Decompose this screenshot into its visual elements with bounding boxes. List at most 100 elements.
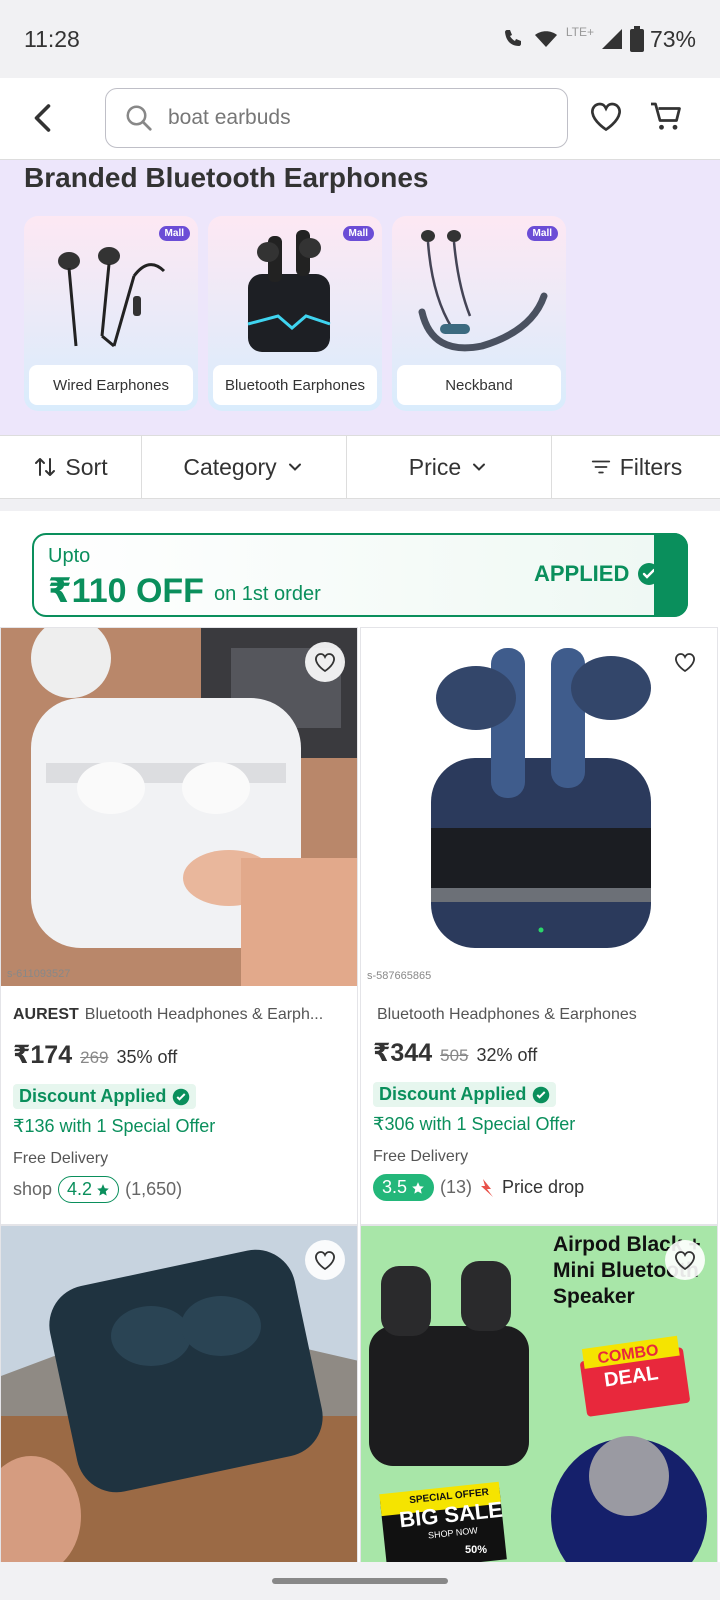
price-row: ₹344 505 32% off [373, 1038, 537, 1068]
wishlist-heart-icon[interactable] [665, 1240, 705, 1280]
battery-icon [629, 26, 644, 52]
product-card[interactable]: Airpod Black + Mini Bluetooth Speaker CO… [360, 1225, 718, 1565]
mall-badge: Mall [526, 226, 558, 241]
divider [0, 499, 720, 511]
rating-badge: 4.2 [58, 1176, 120, 1203]
review-count: (1,650) [125, 1179, 183, 1199]
product-card[interactable]: s-587665865 Bluetooth Headphones & Earph… [360, 627, 718, 1225]
chevron-down-icon [288, 463, 301, 471]
first-order-offer-banner[interactable]: Upto ₹110 OFF on 1st order APPLIED [32, 533, 688, 617]
product-image [1, 1226, 357, 1564]
call-icon [504, 30, 521, 46]
product-title: Bluetooth Headphones & Earph... [84, 1006, 324, 1023]
offer-suffix: on 1st order [214, 583, 321, 605]
rating-value: 3.5 [382, 1177, 408, 1197]
product-image [1, 628, 357, 986]
product-title: Bluetooth Headphones & Earphones [377, 1006, 637, 1023]
category-label: Neckband [397, 365, 561, 405]
wishlist-heart-icon[interactable] [588, 98, 624, 134]
section-title: Branded Bluetooth Earphones [24, 162, 429, 193]
wishlist-heart-icon[interactable] [305, 642, 345, 682]
coupon-stub [654, 533, 688, 617]
delivery-text: Free Delivery [373, 1148, 469, 1165]
caption-line: Speaker [553, 1285, 635, 1308]
discount-percent: 35% off [116, 1047, 178, 1067]
delivery-text: Free Delivery [13, 1150, 109, 1167]
status-icons: LTE+ 73% [500, 25, 696, 53]
price-drop-icon [481, 1178, 494, 1197]
status-bar: 11:28 LTE+ 73% [0, 0, 720, 78]
product-name: Bluetooth Headphones & Earphones [377, 1006, 717, 1024]
original-price: 505 [440, 1046, 469, 1065]
price-drop-tag: Price drop [502, 1177, 585, 1197]
search-icon [126, 105, 152, 131]
discount-percent: 32% off [476, 1045, 538, 1065]
rating-row: 3.5 (13) Price drop [373, 1174, 584, 1201]
wishlist-heart-icon[interactable] [665, 642, 705, 682]
category-dropdown[interactable]: Category [142, 436, 347, 498]
search-query: boat earbuds [168, 106, 291, 129]
sort-icon [35, 458, 56, 476]
current-price: ₹174 [13, 1041, 73, 1069]
category-label: Category [183, 453, 277, 480]
sort-button[interactable]: Sort [0, 436, 142, 498]
offer-status-label: APPLIED [534, 561, 630, 586]
current-price: ₹344 [373, 1039, 433, 1067]
sort-label: Sort [65, 453, 108, 480]
rating-value: 4.2 [67, 1179, 93, 1199]
sort-filter-bar: Sort Category Price Filters [0, 435, 720, 499]
filters-label: Filters [619, 453, 683, 480]
mall-badge: Mall [158, 226, 190, 241]
rating-row: shop 4.2 (1,650) [13, 1176, 182, 1203]
category-card-wired[interactable]: Mall Wired Earphones [24, 216, 198, 411]
filter-icon [591, 460, 610, 474]
product-image [361, 628, 717, 986]
category-card-bluetooth[interactable]: Mall Bluetooth Earphones [208, 216, 382, 411]
cart-icon[interactable] [648, 98, 684, 134]
wishlist-heart-icon[interactable] [305, 1240, 345, 1280]
search-header: boat earbuds [0, 78, 720, 160]
offer-status: APPLIED [534, 561, 661, 587]
mall-badge: Mall [342, 226, 374, 241]
discount-applied-badge: Discount Applied [373, 1082, 557, 1107]
filters-button[interactable]: Filters [552, 436, 720, 498]
category-label: Wired Earphones [29, 365, 193, 405]
star-icon [97, 1183, 109, 1196]
check-circle-icon [533, 1086, 550, 1103]
star-icon [412, 1181, 424, 1194]
price-dropdown[interactable]: Price [347, 436, 552, 498]
price-row: ₹174 269 35% off [13, 1040, 177, 1070]
battery-level: 73% [649, 25, 696, 52]
special-offer-text: ₹306 with 1 Special Offer [373, 1114, 576, 1134]
system-nav-bar [0, 1562, 720, 1600]
check-circle-icon [173, 1088, 190, 1105]
price-label: Price [408, 453, 462, 480]
discount-applied-badge: Discount Applied [13, 1084, 197, 1109]
product-sku: s-587665865 [367, 970, 432, 982]
status-time: 11:28 [24, 25, 80, 52]
product-name: AUREST Bluetooth Headphones & Earph... [13, 1006, 353, 1024]
seller-label: shop [13, 1179, 53, 1199]
product-brand: AUREST [13, 1006, 79, 1023]
product-sku: s-611093527 [7, 968, 71, 980]
category-card-neckband[interactable]: Mall Neckband [392, 216, 566, 411]
original-price: 269 [80, 1048, 109, 1067]
search-input[interactable]: boat earbuds [105, 88, 568, 148]
wifi-icon [534, 31, 557, 47]
product-card[interactable] [0, 1225, 358, 1565]
combo-deal-badge: COMBO DEAL [596, 1340, 663, 1392]
category-label: Bluetooth Earphones [213, 365, 377, 405]
chevron-down-icon [473, 463, 486, 471]
review-count: (13) [440, 1177, 473, 1197]
offer-amount: ₹110 OFF [48, 572, 204, 610]
back-arrow-icon[interactable] [26, 100, 62, 136]
network-type: LTE+ [565, 25, 594, 39]
offer-upto: Upto [48, 545, 91, 567]
home-gesture-handle[interactable] [272, 1578, 448, 1584]
sale-percent: 50% [465, 1544, 488, 1556]
product-card[interactable]: s-611093527 AUREST Bluetooth Headphones &… [0, 627, 358, 1225]
branded-section: Branded Bluetooth Earphones Mall Wired E… [0, 160, 720, 435]
rating-badge: 3.5 [373, 1174, 435, 1201]
signal-icon [601, 29, 622, 49]
special-offer-text: ₹136 with 1 Special Offer [13, 1116, 216, 1136]
